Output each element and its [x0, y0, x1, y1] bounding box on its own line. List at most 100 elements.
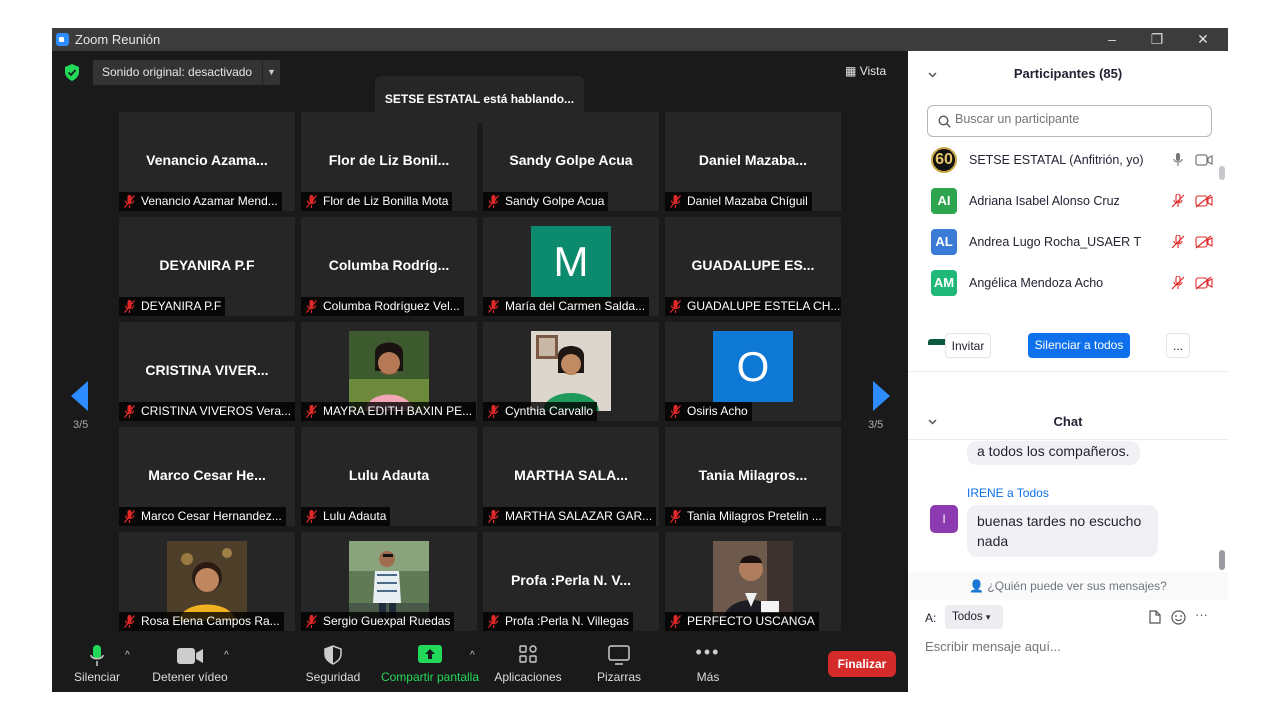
- participant-tile[interactable]: Columba Rodríg... Columba Rodríguez Vel..…: [301, 217, 477, 316]
- participant-video-feed: [349, 541, 429, 621]
- chat-more-icon[interactable]: ···: [1195, 607, 1208, 622]
- participant-name-caption: GUADALUPE ESTELA CH...: [665, 297, 841, 316]
- participant-tile[interactable]: Daniel Mazaba... Daniel Mazaba Chíguil: [665, 112, 841, 211]
- file-icon[interactable]: [1149, 610, 1161, 624]
- participant-tile[interactable]: GUADALUPE ES... GUADALUPE ESTELA CH...: [665, 217, 841, 316]
- encryption-shield-icon[interactable]: [64, 64, 80, 81]
- video-options-caret-icon[interactable]: ^: [224, 650, 229, 661]
- participant-tile[interactable]: O Osiris Acho: [665, 322, 841, 421]
- share-options-caret-icon[interactable]: ^: [470, 650, 475, 661]
- participant-tile[interactable]: DEYANIRA P.F DEYANIRA P.F: [119, 217, 295, 316]
- participant-video-feed: [167, 541, 247, 621]
- participant-tile[interactable]: M María del Carmen Salda...: [483, 217, 659, 316]
- participant-video-feed: [531, 331, 611, 411]
- muted-mic-icon: [124, 510, 135, 523]
- chevron-down-icon[interactable]: ▼: [262, 60, 280, 85]
- participant-list-item[interactable]: AM Angélica Mendoza Acho: [928, 266, 1218, 298]
- restore-button[interactable]: ❐: [1134, 28, 1180, 51]
- caption-text: GUADALUPE ESTELA CH...: [687, 299, 841, 313]
- caption-text: Tania Milagros Pretelin ...: [687, 509, 822, 523]
- participant-list-item[interactable]: AI Adriana Isabel Alonso Cruz: [928, 184, 1218, 216]
- microphone-icon: [90, 645, 104, 666]
- participant-tile[interactable]: Marco Cesar He... Marco Cesar Hernandez..…: [119, 427, 295, 526]
- caption-text: Sergio Guexpal Ruedas: [323, 614, 451, 628]
- participant-name-caption: MAYRA EDITH BAXIN PE...: [301, 402, 477, 421]
- participant-display-name: Flor de Liz Bonil...: [328, 152, 450, 168]
- participant-tile[interactable]: Venancio Azama... Venancio Azamar Mend...: [119, 112, 295, 211]
- minimize-button[interactable]: –: [1089, 28, 1135, 51]
- participant-name-caption: Profa :Perla N. Villegas: [483, 612, 633, 631]
- participant-tile[interactable]: CRISTINA VIVER... CRISTINA VIVEROS Vera..…: [119, 322, 295, 421]
- share-screen-button[interactable]: Compartir pantalla: [378, 638, 482, 692]
- caption-text: Lulu Adauta: [323, 509, 387, 523]
- participant-tile[interactable]: Lulu Adauta Lulu Adauta: [301, 427, 477, 526]
- video-off-icon[interactable]: [1195, 194, 1213, 208]
- participant-list-item[interactable]: 60 SETSE ESTATAL (Anfitrión, yo): [928, 143, 1218, 175]
- participants-scrollbar[interactable]: [1219, 166, 1225, 180]
- next-page-arrow-icon[interactable]: [873, 381, 890, 411]
- participant-name-caption: Daniel Mazaba Chíguil: [665, 192, 812, 211]
- participant-tile[interactable]: Tania Milagros... Tania Milagros Pretelin…: [665, 427, 841, 526]
- muted-mic-icon: [306, 615, 317, 628]
- video-camera-icon[interactable]: [1195, 153, 1213, 167]
- panel-divider: [908, 371, 1228, 372]
- muted-mic-icon: [670, 195, 681, 208]
- send-to-select[interactable]: Todos ▾: [945, 605, 1003, 629]
- muted-mic-icon: [670, 300, 681, 313]
- participant-tile[interactable]: Rosa Elena Campos Ra...: [119, 532, 295, 631]
- more-button[interactable]: ••• Más: [688, 638, 728, 692]
- meeting-toolbar: Silenciar ^ Detener vídeo ^ Seguridad Co…: [52, 638, 908, 692]
- muted-mic-icon[interactable]: [1171, 235, 1185, 249]
- participant-name-caption: Marco Cesar Hernandez...: [119, 507, 286, 526]
- muted-mic-icon[interactable]: [1171, 276, 1185, 290]
- mute-all-button[interactable]: Silenciar a todos: [1028, 333, 1130, 358]
- participant-tile[interactable]: Sandy Golpe Acua Sandy Golpe Acua: [483, 112, 659, 211]
- muted-mic-icon: [488, 300, 499, 313]
- whiteboards-button[interactable]: Pizarras: [592, 638, 646, 692]
- caption-text: MARTHA SALAZAR GAR...: [505, 509, 653, 523]
- stop-video-button[interactable]: Detener vídeo: [150, 638, 230, 692]
- who-can-see-messages-link[interactable]: 👤 ¿Quién puede ver sus mensajes?: [908, 572, 1228, 600]
- participant-list-item[interactable]: AL Andrea Lugo Rocha_USAER T: [928, 225, 1218, 257]
- participant-name: Andrea Lugo Rocha_USAER T: [969, 235, 1142, 249]
- person-lock-icon: 👤: [969, 579, 985, 593]
- participant-tile[interactable]: Cynthia Carvallo: [483, 322, 659, 421]
- apps-icon: [519, 645, 537, 663]
- muted-mic-icon: [670, 615, 681, 628]
- close-button[interactable]: ✕: [1180, 28, 1226, 51]
- mute-button[interactable]: Silenciar: [72, 638, 122, 692]
- participant-tile[interactable]: MARTHA SALA... MARTHA SALAZAR GAR...: [483, 427, 659, 526]
- participant-display-name: CRISTINA VIVER...: [145, 362, 269, 378]
- more-label: Más: [696, 670, 720, 684]
- emoji-icon[interactable]: [1171, 610, 1186, 625]
- video-off-icon[interactable]: [1195, 276, 1213, 290]
- muted-mic-icon[interactable]: [1171, 194, 1185, 208]
- page-indicator-left: 3/5: [73, 419, 89, 431]
- participant-tile[interactable]: PERFECTO USCANGA: [665, 532, 841, 631]
- apps-button[interactable]: Aplicaciones: [492, 638, 564, 692]
- participant-search-field[interactable]: [927, 105, 1212, 137]
- participant-tile[interactable]: Profa :Perla N. V... Profa :Perla N. Vill…: [483, 532, 659, 631]
- participant-tile[interactable]: Sergio Guexpal Ruedas: [301, 532, 477, 631]
- view-button[interactable]: ▦ Vista: [845, 64, 886, 78]
- video-off-icon[interactable]: [1195, 235, 1213, 249]
- participant-search-input[interactable]: [955, 112, 1205, 126]
- muted-mic-icon: [306, 510, 317, 523]
- participants-more-button[interactable]: ...: [1166, 333, 1190, 358]
- chat-scrollbar[interactable]: [1219, 550, 1225, 570]
- end-meeting-button[interactable]: Finalizar: [828, 651, 896, 677]
- participant-name-caption: CRISTINA VIVEROS Vera...: [119, 402, 295, 421]
- participant-display-name: Sandy Golpe Acua: [509, 152, 633, 168]
- security-button[interactable]: Seguridad: [302, 638, 364, 692]
- chat-message-input[interactable]: [925, 639, 1215, 654]
- page-indicator-right: 3/5: [868, 419, 884, 431]
- participant-tile[interactable]: MAYRA EDITH BAXIN PE...: [301, 322, 477, 421]
- caption-text: Cynthia Carvallo: [505, 404, 594, 418]
- invite-button[interactable]: Invitar: [945, 333, 991, 358]
- original-sound-toggle[interactable]: Sonido original: desactivado ▼: [93, 60, 280, 85]
- audio-options-caret-icon[interactable]: ^: [125, 650, 130, 661]
- participant-tile[interactable]: Flor de Liz Bonil... Flor de Liz Bonilla …: [301, 112, 477, 211]
- prev-page-arrow-icon[interactable]: [71, 381, 88, 411]
- microphone-icon[interactable]: [1171, 153, 1185, 167]
- zoom-logo-icon: [56, 33, 69, 46]
